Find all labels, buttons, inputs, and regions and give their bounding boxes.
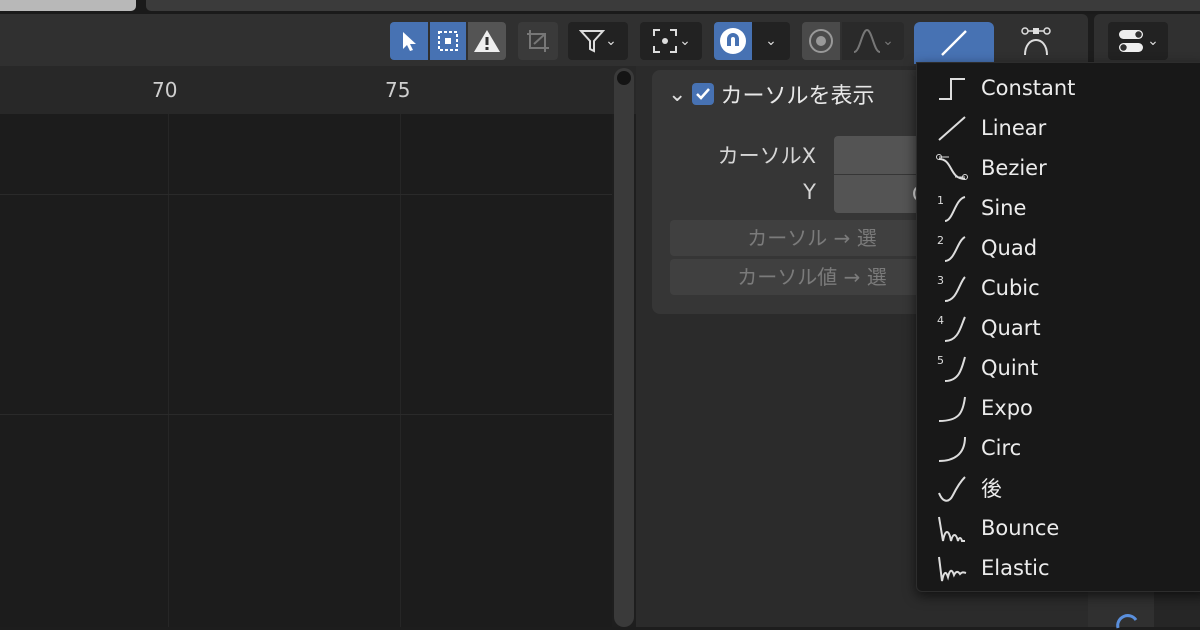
menu-item-label: Sine (981, 196, 1027, 220)
constant-icon (939, 78, 965, 100)
elastic-icon (938, 556, 967, 582)
box-select-icon (438, 31, 458, 51)
graph-area[interactable]: 70 75 (0, 66, 636, 627)
interpolation-menu: Constant Linear Bezier 1 Sine 2 Quad 3 C… (916, 62, 1200, 592)
grid-line (0, 194, 612, 195)
grid-line (400, 114, 401, 627)
menu-item-label: Quart (981, 316, 1041, 340)
menu-item-cubic[interactable]: 3 Cubic (917, 269, 1200, 307)
workspace-tab-right[interactable] (146, 0, 1200, 11)
bezier-icon (936, 154, 968, 180)
menu-item-quart[interactable]: 4 Quart (917, 309, 1200, 347)
menu-item-expo[interactable]: Expo (917, 389, 1200, 427)
proportional-editing-button[interactable] (802, 22, 840, 60)
top-strip (0, 0, 1200, 14)
snap-target-dropdown[interactable]: ⌄ (640, 22, 702, 60)
select-tool-button[interactable] (390, 22, 428, 60)
frame-tick-label: 75 (385, 78, 411, 102)
chevron-down-icon: ⌄ (679, 33, 691, 49)
chevron-down-icon: ⌄ (1147, 33, 1159, 49)
menu-item-label: Bounce (981, 516, 1060, 540)
show-cursor-checkbox[interactable] (692, 83, 715, 105)
menu-item-label: Bezier (981, 156, 1047, 180)
menu-item-bezier[interactable]: Bezier (917, 149, 1200, 187)
cubic-icon: 3 (937, 274, 966, 302)
frame-ruler[interactable]: 70 75 (0, 66, 636, 114)
circ-icon (938, 436, 966, 462)
menu-item-sine[interactable]: 1 Sine (917, 189, 1200, 227)
menu-item-back[interactable]: 後 (917, 469, 1200, 507)
select-icon (403, 32, 416, 51)
svg-text:3: 3 (937, 274, 944, 287)
curve-grid[interactable] (0, 114, 612, 627)
filter-icon (579, 30, 606, 53)
chevron-down-icon: ⌄ (605, 33, 617, 49)
quart-icon: 4 (937, 314, 966, 342)
bezier-handle-icon (1021, 27, 1051, 56)
scrollbar-handle[interactable] (617, 71, 631, 85)
svg-text:2: 2 (937, 234, 944, 247)
cursor-value-to-selected-button[interactable]: カーソル値 → 選 (670, 259, 954, 295)
menu-item-label: 後 (981, 477, 1002, 501)
menu-item-label: Quad (981, 236, 1038, 260)
snap-target-icon (653, 29, 678, 53)
falloff-dropdown[interactable]: ⌄ (842, 22, 904, 60)
snap-toggle-button[interactable] (714, 22, 752, 60)
menu-item-quint[interactable]: 5 Quint (917, 349, 1200, 387)
menu-item-bounce[interactable]: Bounce (917, 509, 1200, 547)
quint-icon: 5 (937, 354, 966, 382)
menu-item-constant[interactable]: Constant (917, 69, 1200, 107)
menu-item-label: Quint (981, 356, 1039, 380)
view-options-dropdown[interactable]: ⌄ (1108, 22, 1168, 60)
interpolation-mode-button[interactable] (914, 22, 994, 64)
menu-item-linear[interactable]: Linear (917, 109, 1200, 147)
grid-line (0, 414, 612, 415)
box-select-button[interactable] (430, 22, 466, 60)
quad-icon: 2 (937, 234, 966, 262)
menu-item-label: Expo (981, 396, 1033, 420)
cursor-x-label: カーソルX (717, 144, 816, 168)
menu-item-quad[interactable]: 2 Quad (917, 229, 1200, 267)
bounce-icon (938, 516, 965, 542)
view-options-icon (1119, 30, 1144, 52)
crop-icon (527, 30, 549, 52)
falloff-curve-icon (853, 28, 881, 53)
linear-interp-icon (941, 30, 967, 56)
back-icon (938, 476, 966, 502)
vertical-scrollbar[interactable] (614, 68, 634, 627)
svg-text:1: 1 (937, 194, 944, 207)
svg-text:5: 5 (937, 354, 944, 367)
proportional-icon (809, 29, 833, 53)
crop-button[interactable] (518, 22, 558, 60)
cursor-panel-header[interactable]: ⌄ カーソルを表示 (668, 78, 874, 110)
menu-item-label: Cubic (981, 276, 1040, 300)
cursor-to-selected-button[interactable]: カーソル → 選 (670, 220, 954, 256)
chevron-down-icon: ⌄ (882, 33, 894, 49)
menu-item-label: Linear (981, 116, 1047, 140)
svg-text:4: 4 (937, 314, 944, 327)
menu-item-label: Elastic (981, 556, 1050, 580)
workspace-tab-left[interactable] (0, 0, 136, 11)
tab-icon[interactable] (1112, 610, 1142, 630)
chevron-down-icon[interactable]: ⌄ (668, 82, 686, 107)
grid-line (168, 114, 169, 627)
handle-type-button[interactable] (1006, 22, 1066, 60)
menu-item-label: Circ (981, 436, 1022, 460)
sine-icon: 1 (937, 194, 966, 222)
checkmark-icon (696, 88, 711, 100)
frame-tick-label: 70 (152, 78, 178, 102)
filter-dropdown[interactable]: ⌄ (568, 22, 628, 60)
expo-icon (938, 396, 966, 422)
cursor-y-label: Y (803, 180, 816, 204)
cursor-panel-title: カーソルを表示 (720, 84, 875, 109)
warning-icon (474, 30, 500, 52)
menu-item-label: Constant (981, 76, 1076, 100)
snap-magnet-icon (720, 28, 746, 54)
menu-item-elastic[interactable]: Elastic (917, 549, 1200, 587)
chevron-down-icon: ⌄ (765, 33, 777, 49)
menu-item-circ[interactable]: Circ (917, 429, 1200, 467)
linear-icon (938, 116, 966, 141)
warning-button[interactable] (468, 22, 506, 60)
snap-options-dropdown[interactable]: ⌄ (752, 22, 790, 60)
